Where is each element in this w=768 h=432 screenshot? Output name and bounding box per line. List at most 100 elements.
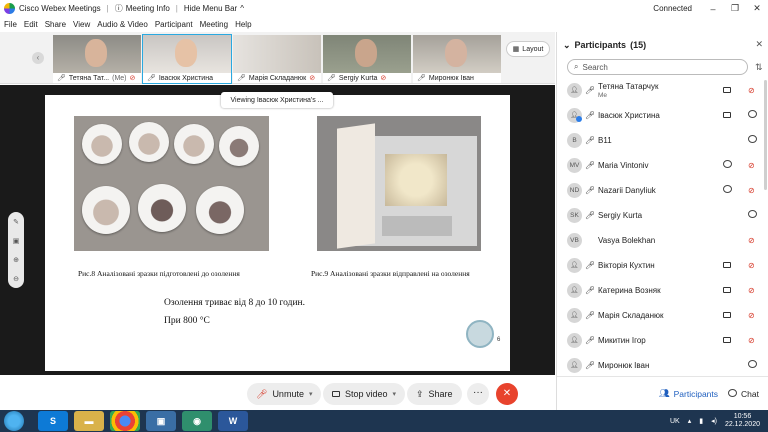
mic-muted-icon: ⊘ xyxy=(748,285,755,295)
participant-name: Maria Vintoniv xyxy=(598,160,649,170)
zoom-in-icon[interactable]: ⊕ xyxy=(13,256,19,264)
menu-bar: File Edit Share View Audio & Video Parti… xyxy=(0,17,768,32)
webex-taskbar-icon[interactable]: ◉ xyxy=(182,411,212,431)
participant-row[interactable]: 👤︎ 🎤︎ Івасюк Христина xyxy=(557,103,768,127)
participant-row[interactable]: ND 🎤︎ Nazarii Danyliuk ⊘ xyxy=(557,178,768,202)
video-camera-icon xyxy=(723,311,731,320)
samples-photo xyxy=(74,116,269,251)
video-tile[interactable]: 🎤︎ Sergiy Kurta ⊘ xyxy=(323,35,411,83)
slide-page-number: 6 xyxy=(497,337,501,343)
menu-help[interactable]: Help xyxy=(235,20,251,29)
chevron-down-icon[interactable]: ▾ xyxy=(393,390,397,398)
word-icon[interactable]: W xyxy=(218,411,248,431)
participant-name: Марія Складанюк xyxy=(598,310,664,320)
participant-name: B11 xyxy=(598,135,612,145)
file-explorer-icon[interactable]: ▬ xyxy=(74,411,104,431)
sample-cup xyxy=(129,122,169,162)
video-tile[interactable]: 🎤︎ Тетяна Тат... (Me) ⊘ xyxy=(53,35,141,83)
mic-icon: 🎤︎ xyxy=(585,135,596,145)
more-options-button[interactable]: ··· xyxy=(467,383,489,405)
close-panel-icon[interactable]: ✕ xyxy=(755,39,763,50)
participant-name: Vasya Bolekhan xyxy=(598,235,656,245)
furnace-door xyxy=(337,123,375,249)
participant-row[interactable]: VB Vasya Bolekhan ⊘ xyxy=(557,228,768,252)
mic-icon: 🎤︎ xyxy=(585,185,596,195)
share-button[interactable]: ⇪ Share xyxy=(407,383,462,405)
menu-share[interactable]: Share xyxy=(45,20,66,29)
mic-icon: 🎤︎ xyxy=(585,210,596,220)
hide-menu-bar-button[interactable]: Hide Menu Bar ^ xyxy=(184,4,244,13)
menu-file[interactable]: File xyxy=(4,20,17,29)
meeting-info-button[interactable]: ⓘ Meeting Info xyxy=(115,3,170,14)
app-title: Cisco Webex Meetings xyxy=(19,4,101,13)
search-icon: ⌕ xyxy=(574,62,579,71)
person-icon: 👤︎ xyxy=(567,282,582,298)
menu-view[interactable]: View xyxy=(73,20,90,29)
menu-participant[interactable]: Participant xyxy=(155,20,193,29)
video-camera-icon xyxy=(723,111,731,120)
clock[interactable]: 10:56 22.12.2020 xyxy=(725,413,760,429)
title-separator: | xyxy=(175,4,178,13)
mic-muted-icon: ⊘ xyxy=(748,235,755,245)
avatar-initials: MV xyxy=(567,157,582,173)
fit-icon[interactable]: ▣ xyxy=(13,237,20,245)
volume-icon[interactable]: ◂) xyxy=(711,417,717,425)
video-tile[interactable]: 🎤︎ Марія Складанюк ⊘ xyxy=(233,35,321,83)
participants-panel: ⌄ Participants (15) ✕ ⌕ Search ⇅ 👤︎ 🎤︎ Т… xyxy=(556,32,768,410)
search-placeholder: Search xyxy=(582,62,608,72)
participant-row[interactable]: 👤︎ 🎤︎ Вікторія Кухтин ⊘ xyxy=(557,253,768,277)
video-tile[interactable]: 🎤︎ Миронюк Іван xyxy=(413,35,501,83)
sample-cup xyxy=(138,184,186,232)
participant-name: Nazarii Danyliuk xyxy=(598,185,656,195)
tray-arrow-icon[interactable]: ▴ xyxy=(688,417,692,425)
furnace-photo xyxy=(317,116,481,251)
participants-tab-button[interactable]: 👥︎ Participants xyxy=(659,388,718,399)
end-meeting-button[interactable]: ✕ xyxy=(496,383,518,405)
system-tray: UK ▴ ▮ ◂) 10:56 22.12.2020 xyxy=(670,413,760,429)
minimize-button[interactable]: – xyxy=(702,4,724,14)
chat-icon xyxy=(728,388,738,399)
mic-icon: 🎤︎ xyxy=(585,110,596,120)
participant-row[interactable]: B 🎤︎ B11 xyxy=(557,128,768,152)
maximize-button[interactable]: ❐ xyxy=(724,3,746,14)
zoom-out-icon[interactable]: ⊖ xyxy=(13,275,19,283)
participant-face xyxy=(175,39,197,67)
layout-button[interactable]: ▦ Layout xyxy=(506,41,550,57)
menu-audio-video[interactable]: Audio & Video xyxy=(97,20,148,29)
participant-row[interactable]: SK 🎤︎ Sergiy Kurta xyxy=(557,203,768,227)
skype-app-icon[interactable]: S xyxy=(38,411,68,431)
chevron-down-icon[interactable]: ▾ xyxy=(309,390,313,398)
collapse-chevron-icon[interactable]: ⌄ xyxy=(563,40,571,51)
participant-row[interactable]: 👤︎ 🎤︎ Катерина Возняк ⊘ xyxy=(557,278,768,302)
participant-row[interactable]: 👤︎ 🎤︎ Миронюк Іван xyxy=(557,353,768,377)
strip-prev-button[interactable]: ‹ xyxy=(32,52,44,64)
mic-muted-icon: ⊘ xyxy=(748,85,755,95)
tile-name: Івасюк Христина xyxy=(158,74,213,82)
unmute-button[interactable]: 🎤︎ Unmute ▾ xyxy=(247,383,322,405)
person-icon: 👤︎ xyxy=(567,357,582,373)
mic-muted-icon: ⊘ xyxy=(380,75,387,82)
annotate-icon[interactable]: ✎ xyxy=(13,218,19,226)
participant-row[interactable]: 👤︎ 🎤︎ Марія Складанюк ⊘ xyxy=(557,303,768,327)
video-tile-active-speaker[interactable]: 🎤︎ Івасюк Христина xyxy=(142,34,232,84)
caption-left: Рис.8 Аналізовані зразки підготовлені до… xyxy=(78,269,240,278)
language-indicator[interactable]: UK xyxy=(670,418,680,425)
start-button[interactable] xyxy=(4,411,24,431)
floppy-app-icon[interactable]: ▣ xyxy=(146,411,176,431)
participant-search-input[interactable]: ⌕ Search xyxy=(567,59,748,75)
menu-meeting[interactable]: Meeting xyxy=(200,20,228,29)
chat-tab-button[interactable]: Chat xyxy=(728,388,759,399)
participant-row[interactable]: 👤︎ 🎤︎ Тетяна Татарчук Me ⊘ xyxy=(557,78,768,102)
participant-name: Микитин Ігор xyxy=(598,335,646,345)
participant-row[interactable]: 👤︎ 🎤︎ Микитин Ігор ⊘ xyxy=(557,328,768,352)
menu-edit[interactable]: Edit xyxy=(24,20,38,29)
tile-namebar: 🎤︎ Sergiy Kurta ⊘ xyxy=(323,73,411,83)
chrome-icon[interactable] xyxy=(110,411,140,431)
mic-muted-icon: ⊘ xyxy=(748,160,755,170)
clock-date: 22.12.2020 xyxy=(724,421,760,428)
sort-icon[interactable]: ⇅ xyxy=(755,62,763,73)
participant-row[interactable]: MV 🎤︎ Maria Vintoniv ⊘ xyxy=(557,153,768,177)
stop-video-button[interactable]: Stop video ▾ xyxy=(323,383,406,405)
network-icon[interactable]: ▮ xyxy=(699,417,703,425)
close-window-button[interactable]: ✕ xyxy=(746,3,768,14)
